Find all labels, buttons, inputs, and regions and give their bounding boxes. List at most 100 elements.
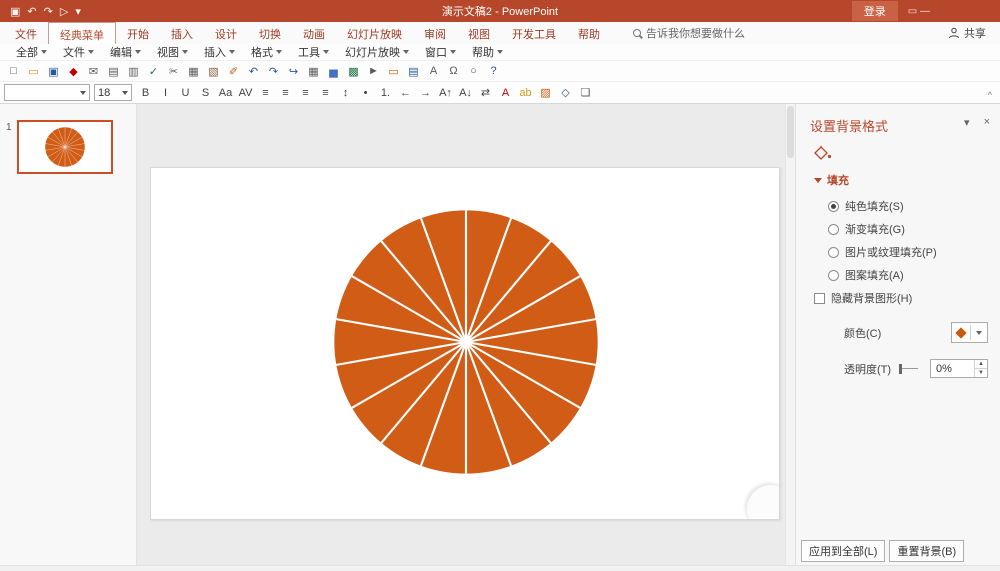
email-icon[interactable]: ✉ — [84, 62, 103, 80]
help-icon[interactable]: ? — [484, 62, 503, 80]
slide[interactable] — [150, 167, 780, 520]
insert-chart-icon[interactable]: ▅ — [324, 62, 343, 80]
permission-icon[interactable]: ◆ — [64, 62, 83, 80]
menu-format[interactable]: 格式 — [243, 44, 290, 60]
decrease-indent-icon[interactable]: ← — [396, 84, 415, 102]
menu-help[interactable]: 帮助 — [464, 44, 511, 60]
transparency-spinner[interactable]: 0% ▲ ▼ — [930, 359, 988, 378]
menu-file[interactable]: 文件 — [55, 44, 102, 60]
start-slideshow-icon[interactable]: ▷ — [60, 5, 68, 18]
menu-window[interactable]: 窗口 — [417, 44, 464, 60]
spin-up-icon[interactable]: ▲ — [975, 360, 987, 368]
transparency-slider[interactable] — [899, 364, 918, 374]
tab-slideshow[interactable]: 幻灯片放映 — [336, 22, 413, 44]
align-right-icon[interactable]: ≡ — [296, 84, 315, 102]
symbol-icon[interactable]: Ω — [444, 62, 463, 80]
collapse-ribbon-icon[interactable]: ^ — [988, 90, 992, 100]
insert-textbox-icon[interactable]: A — [424, 62, 443, 80]
login-button[interactable]: 登录 — [852, 1, 898, 21]
save-icon[interactable]: ▣ — [10, 5, 20, 18]
undo-icon[interactable]: ↶ — [27, 5, 36, 18]
highlight-icon[interactable]: ab — [516, 84, 535, 102]
tab-insert[interactable]: 插入 — [160, 22, 204, 44]
menu-edit[interactable]: 编辑 — [102, 44, 149, 60]
shrink-font-icon[interactable]: A↓ — [456, 84, 475, 102]
color-picker-button[interactable] — [951, 322, 988, 343]
tab-developer[interactable]: 开发工具 — [501, 22, 567, 44]
picture-texture-fill-option[interactable]: 图片或纹理填充(P) — [828, 244, 988, 260]
cut-icon[interactable]: ✂ — [164, 62, 183, 80]
paste-icon[interactable]: ▧ — [204, 62, 223, 80]
tab-classic-menu[interactable]: 经典菜单 — [48, 22, 116, 44]
font-size-combo[interactable]: 18 — [94, 84, 132, 101]
apply-to-all-button[interactable]: 应用到全部(L) — [801, 540, 885, 562]
save-icon[interactable]: ▣ — [44, 62, 63, 80]
slide-thumbnail[interactable] — [17, 120, 113, 174]
print-icon[interactable]: ▤ — [104, 62, 123, 80]
undo-icon[interactable]: ↶ — [244, 62, 263, 80]
solid-fill-option[interactable]: 纯色填充(S) — [828, 198, 988, 214]
bullets-icon[interactable]: • — [356, 84, 375, 102]
redo-icon[interactable]: ↷ — [264, 62, 283, 80]
align-left-icon[interactable]: ≡ — [256, 84, 275, 102]
tab-view[interactable]: 视图 — [457, 22, 501, 44]
redo-icon[interactable]: ↷ — [44, 5, 53, 18]
font-name-combo[interactable] — [4, 84, 90, 101]
gradient-fill-option[interactable]: 渐变填充(G) — [828, 221, 988, 237]
spin-down-icon[interactable]: ▼ — [975, 368, 987, 377]
open-icon[interactable]: ▭ — [24, 62, 43, 80]
tab-animations[interactable]: 动画 — [292, 22, 336, 44]
format-painter-icon[interactable]: ✐ — [224, 62, 243, 80]
tab-transitions[interactable]: 切换 — [248, 22, 292, 44]
tab-design[interactable]: 设计 — [204, 22, 248, 44]
spelling-icon[interactable]: ✓ — [144, 62, 163, 80]
insert-table-icon[interactable]: ▦ — [304, 62, 323, 80]
fill-section-header[interactable]: 填充 — [814, 172, 988, 188]
copy-icon[interactable]: ▦ — [184, 62, 203, 80]
strikethrough-icon[interactable]: S — [196, 84, 215, 102]
pane-options-icon[interactable]: ▾ — [964, 116, 970, 129]
shape-outline-icon[interactable]: ◇ — [556, 84, 575, 102]
hide-background-checkbox[interactable]: 隐藏背景图形(H) — [814, 290, 988, 306]
char-spacing-icon[interactable]: AV — [236, 84, 255, 102]
new-slide-icon[interactable]: ▭ — [384, 62, 403, 80]
italic-icon[interactable]: I — [156, 84, 175, 102]
justify-icon[interactable]: ≡ — [316, 84, 335, 102]
fill-color-icon[interactable]: ▨ — [536, 84, 555, 102]
pattern-fill-option[interactable]: 图案填充(A) — [828, 267, 988, 283]
close-icon[interactable]: × — [984, 116, 990, 129]
menu-all[interactable]: 全部 — [8, 44, 55, 60]
menu-insert[interactable]: 插入 — [196, 44, 243, 60]
tab-home[interactable]: 开始 — [116, 22, 160, 44]
tab-review[interactable]: 审阅 — [413, 22, 457, 44]
font-color-icon[interactable]: A — [496, 84, 515, 102]
insert-picture-icon[interactable]: ▩ — [344, 62, 363, 80]
bold-icon[interactable]: B — [136, 84, 155, 102]
tab-help[interactable]: 帮助 — [567, 22, 611, 44]
menu-view[interactable]: 视图 — [149, 44, 196, 60]
text-direction-icon[interactable]: ⇄ — [476, 84, 495, 102]
radial-pie-shape[interactable] — [333, 209, 599, 475]
menu-slideshow[interactable]: 幻灯片放映 — [337, 44, 417, 60]
tab-file[interactable]: 文件 — [4, 22, 48, 44]
fill-bucket-icon[interactable] — [812, 145, 988, 164]
underline-icon[interactable]: U — [176, 84, 195, 102]
shadow-icon[interactable]: ❏ — [576, 84, 595, 102]
share-button[interactable]: 共享 — [948, 22, 1000, 44]
scrollbar-thumb[interactable] — [787, 106, 794, 158]
line-spacing-icon[interactable]: ↕ — [336, 84, 355, 102]
canvas-scrollbar[interactable] — [785, 104, 795, 565]
menu-tools[interactable]: 工具 — [290, 44, 337, 60]
grow-font-icon[interactable]: A↑ — [436, 84, 455, 102]
numbering-icon[interactable]: 1. — [376, 84, 395, 102]
print-preview-icon[interactable]: ▥ — [124, 62, 143, 80]
tell-me-box[interactable]: 告诉我你想要做什么 — [633, 22, 745, 44]
change-case-icon[interactable]: Aa — [216, 84, 235, 102]
align-center-icon[interactable]: ≡ — [276, 84, 295, 102]
slide-layout-icon[interactable]: ▤ — [404, 62, 423, 80]
new-document-icon[interactable]: □ — [4, 62, 23, 80]
customize-quick-access-icon[interactable]: ▾ — [75, 5, 81, 18]
reset-background-button[interactable]: 重置背景(B) — [889, 540, 964, 562]
increase-indent-icon[interactable]: → — [416, 84, 435, 102]
insert-hyperlink-icon[interactable]: ↪ — [284, 62, 303, 80]
